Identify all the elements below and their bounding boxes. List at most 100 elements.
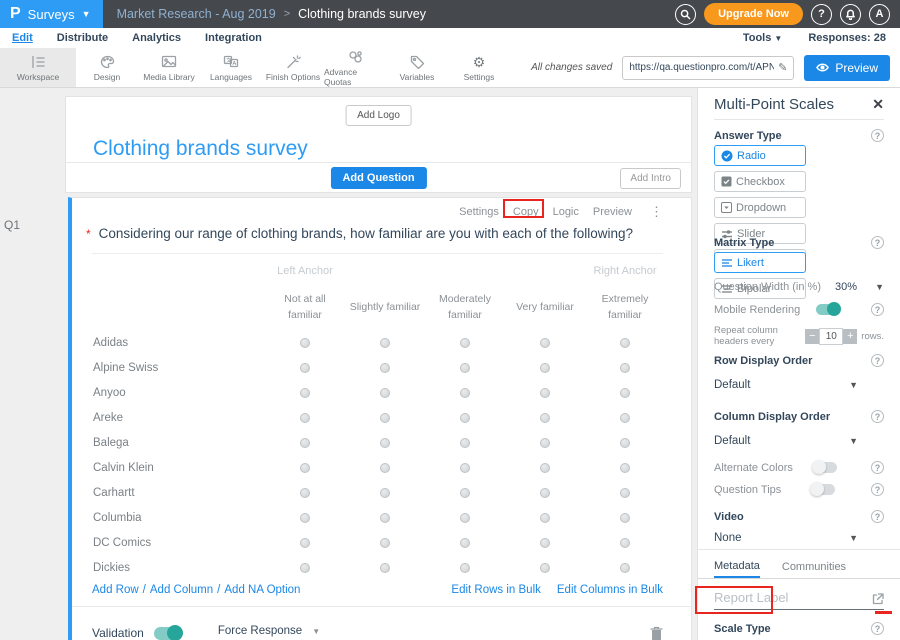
notifications-bell-icon[interactable] (840, 4, 861, 25)
edit-columns-in-bulk-link[interactable]: Edit Columns in Bulk (557, 584, 663, 596)
chevron-down-icon[interactable]: ▼ (875, 282, 884, 292)
help-icon[interactable]: ? (871, 461, 884, 474)
toolbar-item-media-library[interactable]: Media Library (138, 48, 200, 87)
alternate-colors-toggle[interactable] (813, 462, 837, 473)
radio-button[interactable] (460, 563, 470, 573)
radio-button[interactable] (460, 338, 470, 348)
survey-url-field[interactable]: https://qa.questionpro.com/t/APNrFZfQ ✎ (622, 56, 794, 80)
external-link-icon[interactable] (872, 593, 884, 605)
edit-pencil-icon[interactable]: ✎ (778, 61, 787, 74)
matrix-row-label[interactable]: Areke (72, 412, 265, 424)
more-options-icon[interactable]: ⋮ (650, 204, 663, 220)
radio-button[interactable] (300, 438, 310, 448)
help-icon[interactable]: ? (871, 354, 884, 367)
mobile-rendering-toggle[interactable] (816, 304, 840, 315)
answer-type-dropdown[interactable]: Dropdown (714, 197, 806, 218)
radio-button[interactable] (620, 413, 630, 423)
radio-button[interactable] (620, 488, 630, 498)
question-width-value[interactable]: 30% (835, 281, 857, 293)
nav-tab-integration[interactable]: Integration (205, 32, 262, 44)
validation-type-select[interactable]: Force Response ▼ (216, 625, 324, 640)
radio-button[interactable] (540, 513, 550, 523)
matrix-column-header[interactable]: Slightly familiar (345, 299, 425, 315)
radio-button[interactable] (620, 513, 630, 523)
nav-tab-edit[interactable]: Edit (12, 32, 33, 44)
radio-button[interactable] (380, 538, 390, 548)
tools-menu[interactable]: Tools ▼ (743, 32, 783, 44)
toolbar-item-workspace[interactable]: Workspace (0, 48, 76, 87)
close-icon[interactable]: ✕ (872, 96, 884, 113)
radio-button[interactable] (460, 463, 470, 473)
radio-button[interactable] (300, 463, 310, 473)
radio-button[interactable] (460, 388, 470, 398)
account-avatar[interactable]: A (869, 4, 890, 25)
toolbar-item-design[interactable]: Design (76, 48, 138, 87)
breadcrumb-folder[interactable]: Market Research - Aug 2019 (117, 7, 276, 21)
radio-button[interactable] (380, 438, 390, 448)
add-row-link[interactable]: Add Row (92, 584, 139, 596)
radio-button[interactable] (460, 488, 470, 498)
upgrade-now-button[interactable]: Upgrade Now (704, 3, 803, 25)
radio-button[interactable] (380, 563, 390, 573)
toolbar-item-languages[interactable]: 文A Languages (200, 48, 262, 87)
add-question-button[interactable]: Add Question (330, 167, 426, 189)
matrix-row-label[interactable]: DC Comics (72, 537, 265, 549)
radio-button[interactable] (540, 563, 550, 573)
tab-metadata[interactable]: Metadata (714, 556, 760, 578)
minus-button[interactable]: − (805, 329, 819, 344)
matrix-column-header[interactable]: Very familiar (505, 299, 585, 315)
answer-type-checkbox[interactable]: Checkbox (714, 171, 806, 192)
report-label-field[interactable]: Report Label (714, 590, 884, 610)
matrix-row-label[interactable]: Adidas (72, 337, 265, 349)
help-icon[interactable]: ? (871, 236, 884, 249)
preview-button[interactable]: Preview (804, 55, 890, 81)
help-icon[interactable]: ? (871, 410, 884, 423)
radio-button[interactable] (460, 438, 470, 448)
matrix-row-label[interactable]: Alpine Swiss (72, 362, 265, 374)
row-display-order-select[interactable]: Default ▼ (714, 379, 884, 391)
radio-button[interactable] (300, 513, 310, 523)
toolbar-item-variables[interactable]: Variables (386, 48, 448, 87)
matrix-column-header[interactable]: Extremely familiar (585, 291, 665, 324)
radio-button[interactable] (380, 463, 390, 473)
radio-button[interactable] (620, 363, 630, 373)
question-tips-toggle[interactable] (811, 484, 835, 495)
radio-button[interactable] (540, 488, 550, 498)
toolbar-item-finish-options[interactable]: Finish Options (262, 48, 324, 87)
radio-button[interactable] (620, 438, 630, 448)
radio-button[interactable] (460, 538, 470, 548)
surveys-product-menu[interactable]: P Surveys ▼ (0, 0, 103, 28)
matrix-row-label[interactable]: Dickies (72, 562, 265, 574)
radio-button[interactable] (620, 463, 630, 473)
matrix-column-header[interactable]: Moderately familiar (425, 291, 505, 324)
plus-button[interactable]: + (843, 329, 857, 344)
help-icon[interactable]: ? (871, 622, 884, 635)
radio-button[interactable] (380, 338, 390, 348)
add-logo-button[interactable]: Add Logo (345, 105, 412, 126)
radio-button[interactable] (460, 513, 470, 523)
question-settings-button[interactable]: Settings (459, 206, 499, 218)
edit-rows-in-bulk-link[interactable]: Edit Rows in Bulk (451, 584, 540, 596)
matrix-row-label[interactable]: Balega (72, 437, 265, 449)
radio-button[interactable] (540, 463, 550, 473)
responses-count[interactable]: Responses: 28 (808, 32, 886, 44)
radio-button[interactable] (620, 338, 630, 348)
matrix-row-label[interactable]: Anyoo (72, 387, 265, 399)
video-select[interactable]: None ▼ (714, 532, 884, 544)
help-icon[interactable]: ? (871, 303, 884, 316)
radio-button[interactable] (300, 388, 310, 398)
question-copy-button[interactable]: Copy (513, 206, 539, 218)
radio-button[interactable] (540, 388, 550, 398)
radio-button[interactable] (300, 413, 310, 423)
toolbar-item-advance-quotas[interactable]: Advance Quotas (324, 48, 386, 87)
radio-button[interactable] (380, 388, 390, 398)
radio-button[interactable] (300, 338, 310, 348)
radio-button[interactable] (380, 413, 390, 423)
help-button[interactable]: ? (811, 4, 832, 25)
radio-button[interactable] (380, 513, 390, 523)
radio-button[interactable] (540, 438, 550, 448)
help-icon[interactable]: ? (871, 129, 884, 142)
matrix-row-label[interactable]: Carhartt (72, 487, 265, 499)
repeat-headers-value[interactable]: 10 (819, 328, 843, 345)
search-icon[interactable] (675, 4, 696, 25)
